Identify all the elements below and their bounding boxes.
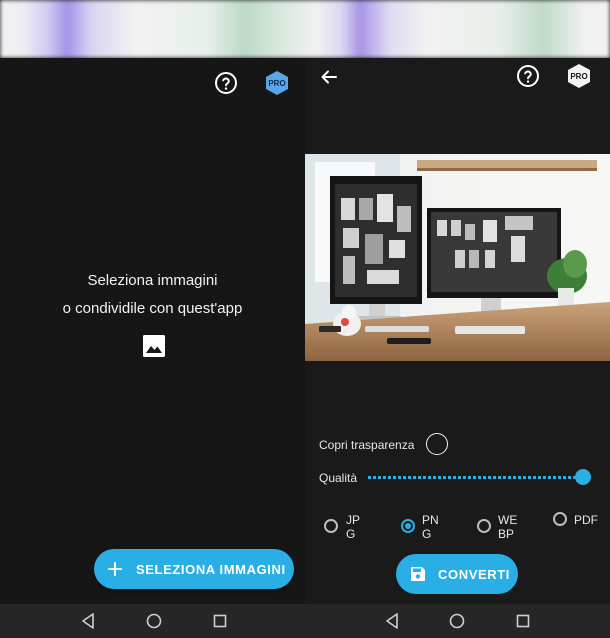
pro-button[interactable]: PRO xyxy=(567,63,591,89)
navigation-bar xyxy=(305,604,610,638)
pro-badge-text: PRO xyxy=(268,78,286,88)
image-icon xyxy=(143,335,165,357)
instruction-line-2: o condividile con quest'app xyxy=(62,300,243,317)
format-label-webp: WEBP xyxy=(498,513,518,541)
blurred-status-bar xyxy=(0,0,610,58)
quality-slider-thumb[interactable] xyxy=(575,469,591,485)
convert-label: CONVERTI xyxy=(438,566,510,582)
help-button[interactable] xyxy=(516,64,540,88)
image-placeholder xyxy=(142,334,166,358)
quality-slider-track[interactable] xyxy=(368,476,583,479)
select-images-screen: PRO Seleziona immagini o condividile con… xyxy=(0,58,305,638)
save-icon xyxy=(411,567,425,581)
plus-icon xyxy=(108,562,122,576)
instruction-line-1: Seleziona immagini xyxy=(87,272,218,289)
select-images-label: SELEZIONA IMMAGINI xyxy=(136,561,286,577)
help-button[interactable] xyxy=(214,71,238,95)
nav-home-button[interactable] xyxy=(145,612,163,630)
back-triangle-icon xyxy=(82,613,94,629)
nav-recents-button[interactable] xyxy=(514,612,532,630)
convert-button[interactable]: CONVERTI xyxy=(396,554,518,594)
nav-back-button[interactable] xyxy=(79,612,97,630)
format-label-pdf: PDF xyxy=(574,513,598,527)
quality-label: Qualità xyxy=(319,471,358,485)
back-triangle-icon xyxy=(386,613,398,629)
arrow-left-icon xyxy=(321,70,337,84)
nav-home-button[interactable] xyxy=(448,612,466,630)
home-circle-icon xyxy=(146,613,162,629)
help-icon xyxy=(517,65,539,87)
format-radio-jpg[interactable] xyxy=(324,519,338,533)
composite-screenshot: PRO Seleziona immagini o condividile con… xyxy=(0,0,610,638)
pro-button[interactable]: PRO xyxy=(265,70,289,96)
select-images-button[interactable]: SELEZIONA IMMAGINI xyxy=(94,549,294,589)
nav-recents-button[interactable] xyxy=(211,612,229,630)
navigation-bar xyxy=(0,604,305,638)
pro-badge-text: PRO xyxy=(570,71,588,81)
nav-back-button[interactable] xyxy=(383,612,401,630)
transparency-label: Copri trasparenza xyxy=(319,438,415,452)
recents-square-icon xyxy=(516,614,530,628)
help-icon xyxy=(215,72,237,94)
format-label-jpg: JPG xyxy=(346,513,361,541)
home-circle-icon xyxy=(449,613,465,629)
recents-square-icon xyxy=(213,614,227,628)
convert-screen: PRO Copri trasparenza Qualità JPG PNG WE… xyxy=(305,58,610,638)
format-radio-png[interactable] xyxy=(401,519,415,533)
desk-photo xyxy=(305,154,610,361)
format-radio-pdf[interactable] xyxy=(553,512,567,526)
back-button[interactable] xyxy=(319,67,339,87)
image-preview xyxy=(305,154,610,361)
format-label-png: PNG xyxy=(422,513,439,541)
transparency-toggle[interactable] xyxy=(426,433,448,455)
format-radio-webp[interactable] xyxy=(477,519,491,533)
